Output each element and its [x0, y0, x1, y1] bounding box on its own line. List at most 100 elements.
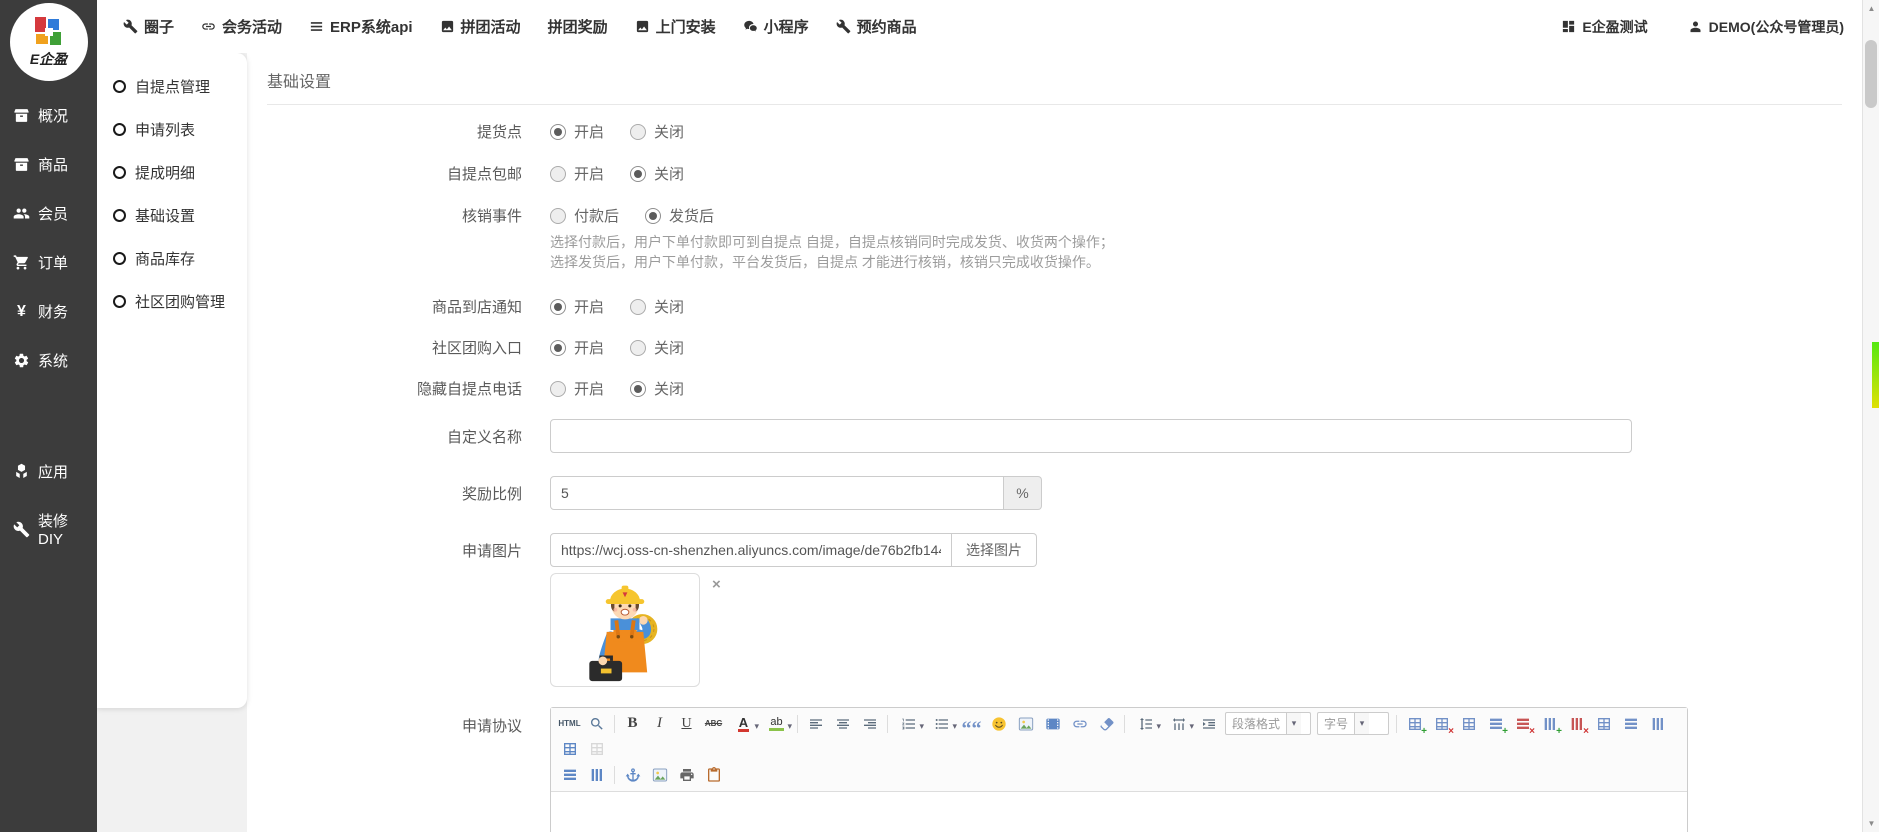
hide-pickup-phone-radio-0[interactable]	[550, 381, 566, 397]
hide-pickup-phone-option-0[interactable]: 开启	[550, 378, 604, 399]
insert-row-above-icon[interactable]	[1483, 711, 1508, 736]
insert-row-below-icon[interactable]	[1618, 711, 1643, 736]
preview-icon[interactable]	[584, 711, 609, 736]
arrival-notice-option-0[interactable]: 开启	[550, 296, 604, 317]
sidebar-item-orders[interactable]: 订单	[0, 238, 97, 287]
bold-icon[interactable]: B	[620, 711, 645, 736]
split-rows-icon[interactable]	[557, 762, 582, 787]
pickup-free-shipping-option-1[interactable]: 关闭	[630, 163, 684, 184]
table-props-icon[interactable]	[1456, 711, 1481, 736]
insert-col-right-icon[interactable]	[1645, 711, 1670, 736]
remove-format-icon[interactable]	[1094, 711, 1119, 736]
hide-pickup-phone-radio-1[interactable]	[630, 381, 646, 397]
verify-event-option-1[interactable]: 发货后	[645, 205, 714, 226]
reward-ratio-input[interactable]	[550, 476, 1004, 510]
topnav-item-circle[interactable]: 圈子	[123, 16, 174, 37]
paragraph-format-select[interactable]: 段落格式▾	[1225, 712, 1311, 735]
unordered-list-icon[interactable]	[926, 711, 957, 736]
topnav-item-admin[interactable]: DEMO(公众号管理员)	[1688, 17, 1844, 37]
arrival-notice-radio-1[interactable]	[630, 299, 646, 315]
remove-image-icon[interactable]: ×	[712, 577, 721, 592]
delete-row-icon[interactable]	[1510, 711, 1535, 736]
submenu-item-community-groupon-manage[interactable]: 社区团购管理	[97, 280, 247, 323]
topnav-item-mini-program[interactable]: 小程序	[743, 16, 809, 37]
underline-icon[interactable]: U	[674, 711, 699, 736]
paragraph-spacing-icon[interactable]	[1163, 711, 1194, 736]
strikethrough-icon[interactable]: ABC	[701, 711, 726, 736]
ordered-list-icon[interactable]	[893, 711, 924, 736]
split-cols-icon[interactable]	[584, 762, 609, 787]
community-groupon-entry-radio-0[interactable]	[550, 340, 566, 356]
pickup-free-shipping-option-0[interactable]: 开启	[550, 163, 604, 184]
scroll-up-arrow[interactable]: ▲	[1863, 0, 1879, 17]
topnav-item-groupon-activity[interactable]: 拼团活动	[440, 16, 521, 37]
align-right-icon[interactable]	[857, 711, 882, 736]
topnav-item-reserve-goods[interactable]: 预约商品	[836, 16, 917, 37]
pickup-point-option-0[interactable]: 开启	[550, 121, 604, 142]
submenu-item-goods-stock[interactable]: 商品库存	[97, 237, 247, 280]
pickup-point-radio-0[interactable]	[550, 124, 566, 140]
anchor-icon[interactable]	[620, 762, 645, 787]
sidebar-item-decorate-diy[interactable]: 装修DIY	[0, 496, 97, 562]
insert-media-icon[interactable]	[1040, 711, 1065, 736]
topnav-item-conference-activity[interactable]: 会务活动	[201, 16, 282, 37]
html-source-icon[interactable]: HTML	[557, 711, 582, 736]
sidebar-item-members[interactable]: 会员	[0, 189, 97, 238]
insert-link-icon[interactable]	[1067, 711, 1092, 736]
pickup-free-shipping-radio-0[interactable]	[550, 166, 566, 182]
delete-table-icon[interactable]	[1429, 711, 1454, 736]
align-left-icon[interactable]	[803, 711, 828, 736]
arrival-notice-option-1[interactable]: 关闭	[630, 296, 684, 317]
map-icon[interactable]	[647, 762, 672, 787]
arrival-notice-radio-0[interactable]	[550, 299, 566, 315]
sidebar-item-finance[interactable]: ¥财务	[0, 287, 97, 336]
emoji-icon[interactable]	[986, 711, 1011, 736]
align-center-icon[interactable]	[830, 711, 855, 736]
verify-event-radio-0[interactable]	[550, 208, 566, 224]
community-groupon-entry-radio-1[interactable]	[630, 340, 646, 356]
blockquote-icon[interactable]: ““	[959, 711, 984, 736]
delete-col-icon[interactable]	[1564, 711, 1589, 736]
sidebar-item-goods[interactable]: 商品	[0, 140, 97, 189]
topnav-item-groupon-reward[interactable]: 拼团奖励	[548, 16, 608, 37]
submenu-item-basic-settings[interactable]: 基础设置	[97, 194, 247, 237]
topnav-item-account[interactable]: E企盈测试	[1561, 17, 1647, 37]
insert-col-left-icon[interactable]	[1537, 711, 1562, 736]
community-groupon-entry-option-1[interactable]: 关闭	[630, 337, 684, 358]
merge-cells-icon[interactable]	[1591, 711, 1616, 736]
insert-image-icon[interactable]	[1013, 711, 1038, 736]
indent-icon[interactable]	[1196, 711, 1221, 736]
hide-pickup-phone-option-1[interactable]: 关闭	[630, 378, 684, 399]
submenu-item-pickup-point-manage[interactable]: 自提点管理	[97, 65, 247, 108]
verify-event-option-0[interactable]: 付款后	[550, 205, 619, 226]
scrollbar-thumb[interactable]	[1865, 40, 1877, 108]
sidebar-item-overview[interactable]: 概况	[0, 91, 97, 140]
italic-icon[interactable]: I	[647, 711, 672, 736]
submenu-item-apply-list[interactable]: 申请列表	[97, 108, 247, 151]
font-color-icon[interactable]: A	[728, 711, 759, 736]
fullscreen-icon[interactable]	[584, 736, 609, 761]
paste-icon[interactable]	[701, 762, 726, 787]
topnav-item-erp-api[interactable]: ERP系统api	[309, 16, 413, 37]
pickup-point-option-1[interactable]: 关闭	[630, 121, 684, 142]
topnav-item-door-install[interactable]: 上门安装	[635, 16, 716, 37]
scroll-down-arrow[interactable]: ▼	[1863, 815, 1879, 832]
font-size-select[interactable]: 字号▾	[1317, 712, 1389, 735]
arrival-notice-label: 商品到店通知	[247, 296, 522, 317]
community-groupon-entry-option-0[interactable]: 开启	[550, 337, 604, 358]
line-height-icon[interactable]	[1130, 711, 1161, 736]
highlight-color-icon[interactable]: ab	[761, 711, 792, 736]
pickup-free-shipping-radio-1[interactable]	[630, 166, 646, 182]
apply-image-url-input[interactable]	[550, 533, 952, 567]
sidebar-item-apps[interactable]: 应用	[0, 447, 97, 496]
choose-image-button[interactable]: 选择图片	[952, 533, 1037, 567]
editor-body[interactable]	[551, 792, 1687, 832]
submenu-item-commission-detail[interactable]: 提成明细	[97, 151, 247, 194]
verify-event-radio-1[interactable]	[645, 208, 661, 224]
insert-table-icon[interactable]	[1402, 711, 1427, 736]
cell-props-icon[interactable]	[557, 736, 582, 761]
custom-name-input[interactable]	[550, 419, 1632, 453]
pickup-point-radio-1[interactable]	[630, 124, 646, 140]
sidebar-item-system[interactable]: 系统	[0, 336, 97, 385]
print-icon[interactable]	[674, 762, 699, 787]
